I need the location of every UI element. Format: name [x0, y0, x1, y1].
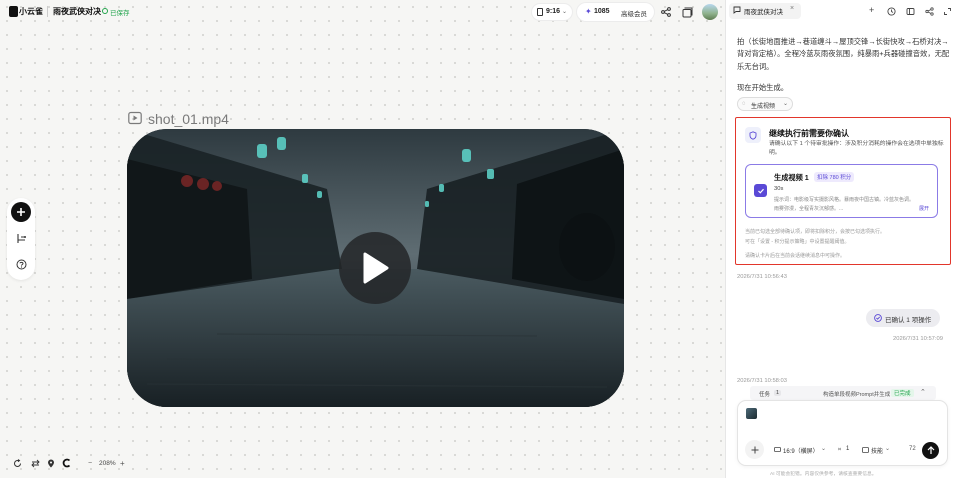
history-icon[interactable] [884, 4, 898, 18]
generate-video-chip[interactable]: ◌ 生成视频 ⌄ [737, 97, 793, 111]
layout-tool-icon[interactable] [14, 231, 28, 245]
project-title[interactable]: 雨夜武侠对决 [53, 6, 101, 17]
header-divider [47, 6, 48, 17]
zoom-level: 208% [99, 460, 116, 467]
phone-icon [537, 8, 543, 16]
confirm-note-2: 可在「设置 - 积分提示策略」中设置提醒阈值。 [745, 239, 850, 245]
timestamp-1: 2026/7/31 10:56:43 [737, 274, 787, 280]
plus-icon [751, 446, 758, 453]
generate-video-chip-label: 生成视频 [751, 104, 776, 110]
chat-input[interactable] [737, 400, 948, 466]
zoom-in-button[interactable]: + [120, 459, 125, 468]
capture-icon[interactable] [60, 456, 74, 470]
confirm-title: 继续执行前需要你确认 [769, 129, 849, 138]
task-label: 任务 [759, 392, 771, 398]
chevron-down-icon: ⌄ [562, 9, 568, 15]
count-select[interactable]: 1 [846, 446, 849, 452]
close-tab-icon[interactable]: × [790, 5, 794, 12]
task-text: 构造单段视频Prompt并生成 [823, 392, 891, 398]
sidebar-share-icon[interactable] [922, 4, 936, 18]
share-icon[interactable] [659, 5, 673, 19]
task-status-bar[interactable]: 任务 1 构造单段视频Prompt并生成 已完成 ⌃ [750, 386, 936, 400]
zoom-out-button[interactable]: − [88, 460, 92, 467]
task-checkbox[interactable] [754, 184, 767, 197]
ratio-chevron-icon: ⌄ [821, 446, 827, 452]
skill-select[interactable]: 技能 [871, 446, 883, 455]
char-count: 72 [909, 446, 916, 452]
attach-button[interactable] [745, 440, 764, 459]
aspect-pill[interactable]: 9:16 ⌄ [532, 4, 572, 20]
card-title: 生成视频 1 [774, 173, 809, 182]
arrange-icon[interactable] [28, 456, 42, 470]
shield-icon [745, 127, 761, 143]
saved-check-icon [102, 8, 108, 14]
expand-link[interactable]: 展开 [919, 205, 929, 212]
plus-icon [17, 208, 25, 216]
expand-icon[interactable] [940, 4, 954, 18]
user-avatar[interactable] [702, 4, 718, 20]
play-button[interactable] [339, 232, 411, 304]
add-button[interactable] [11, 202, 31, 222]
video-preview[interactable] [127, 129, 624, 407]
gallery-icon[interactable] [680, 5, 694, 19]
play-icon [363, 252, 389, 284]
undo-icon[interactable] [10, 456, 24, 470]
user-confirm-message: 已确认 1 项操作 [866, 309, 940, 327]
disclaimer-footer: AI 可能会犯错。内容仅供参考，请核查重要信息。 [770, 472, 877, 477]
assistant-message-2: 现在开始生成。 [737, 83, 789, 92]
skill-icon [862, 447, 869, 453]
card-prompt: 提示词：电影级写实摄影风格。暴雨夜中国古镇。冷蓝灰色调。雨雾弥漫，全程青灰沉郁感… [774, 197, 915, 212]
credits-pill[interactable]: ✦ 1085 高级会员 [577, 3, 654, 21]
skill-chevron-icon: ⌄ [885, 446, 891, 452]
video-file-name: shot_01.mp4 [148, 111, 229, 127]
check-icon [757, 188, 764, 194]
collapse-chevron-icon[interactable]: ⌃ [920, 388, 926, 396]
confirm-description: 请确认以下 1 个待审批操作：涉及积分消耗的操作会在选项中单独标明。 [769, 141, 944, 156]
video-file-icon [128, 111, 142, 125]
timestamp-2: 2026/7/31 10:57:09 [893, 336, 943, 342]
task-count: 1 [774, 389, 782, 396]
card-duration: 30s [774, 186, 784, 192]
chat-bubble-icon [733, 6, 741, 14]
ratio-select[interactable]: 16:9（横屏） [783, 446, 819, 455]
send-button[interactable] [922, 442, 939, 459]
member-label[interactable]: 高级会员 [621, 8, 647, 18]
confirm-pill-label: 已确认 1 项操作 [885, 317, 932, 324]
chip-chevron-icon: ⌄ [783, 101, 789, 107]
count-icon: ⌗ [838, 447, 842, 453]
confirm-note-3: 请确认卡片后在当前会话继续消息中可操作。 [745, 253, 846, 259]
sparkle-icon: ✦ [585, 7, 592, 16]
panel-toggle-icon[interactable] [903, 4, 917, 18]
credits-count: 1085 [594, 8, 610, 15]
confirm-note-1: 当前已勾选全部待确认项，即将扣除积分，会按已勾选项执行。 [745, 229, 886, 235]
app-logo-icon [9, 6, 18, 17]
attached-video-thumbnail[interactable] [746, 408, 757, 419]
help-icon[interactable] [14, 257, 28, 271]
app-name: 小云雀 [19, 7, 43, 16]
timestamp-3: 2026/7/31 10:58:03 [737, 378, 787, 384]
chat-tab-label: 雨夜武侠对决 [744, 9, 783, 16]
ratio-icon [774, 447, 781, 452]
check-circle-icon [874, 314, 882, 322]
new-chat-icon[interactable]: + [869, 5, 874, 15]
location-pin-icon[interactable] [44, 456, 58, 470]
task-status-badge: 已完成 [891, 389, 914, 397]
assistant-message: 拍（长街地面推进→巷道缠斗→屋顶交锋→长街快攻→石桥对决→背对背定格）。全程冷蓝… [737, 37, 950, 71]
loading-icon: ◌ [742, 101, 746, 107]
credit-cost-badge: 扣除 780 积分 [814, 172, 855, 182]
aspect-text: 9:16 [546, 8, 561, 15]
save-status: 已保存 [110, 10, 130, 17]
arrow-up-icon [927, 446, 934, 454]
